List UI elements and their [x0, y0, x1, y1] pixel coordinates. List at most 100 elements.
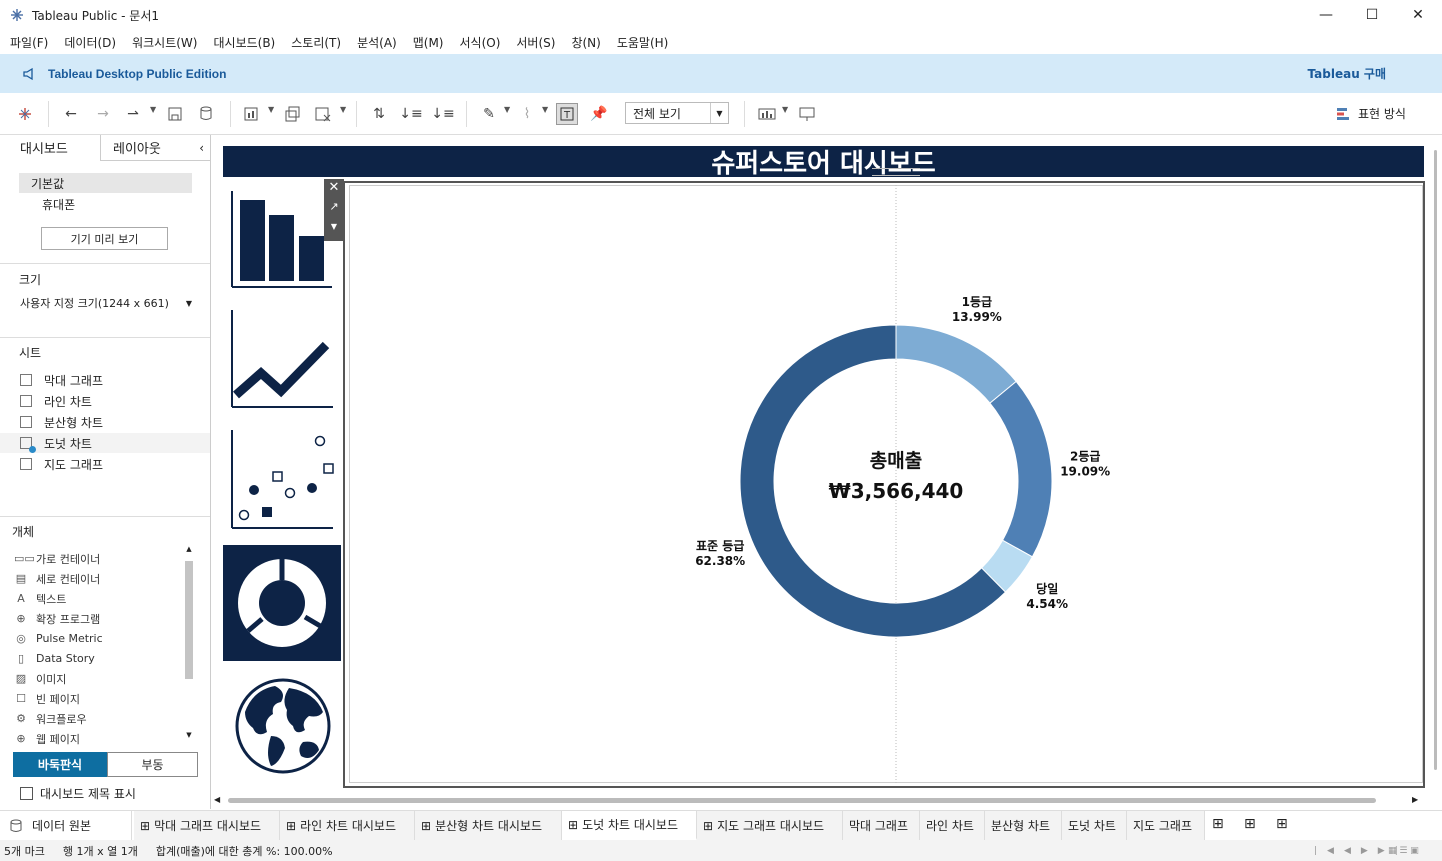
sheet-tab-8[interactable]: 도넛 차트 — [1062, 811, 1127, 840]
object-item-8[interactable]: ⚙ 워크플로우 — [14, 709, 87, 728]
tab-layout[interactable]: 레이아웃 ‹ — [100, 135, 210, 161]
new-worksheet-dropdown-icon[interactable]: ▼ — [268, 105, 274, 114]
sheet-tab-2[interactable]: ⊞ 분산형 차트 대시보드 — [415, 811, 562, 840]
pin-axis-icon[interactable]: 📌 — [588, 103, 610, 125]
menu-item-8[interactable]: 서버(S) — [508, 34, 563, 51]
sheet-tab-5[interactable]: 막대 그래프 — [843, 811, 920, 840]
scroll-down-icon[interactable]: ▼ — [183, 731, 195, 739]
menu-item-1[interactable]: 데이터(D) — [56, 34, 124, 51]
more-options-icon[interactable]: ▼ — [324, 222, 344, 240]
scroll-left-icon[interactable]: ◀ — [214, 795, 220, 804]
object-item-6[interactable]: ▨ 이미지 — [14, 669, 67, 688]
duplicate-sheet-icon[interactable] — [282, 103, 304, 125]
sheet-tab-6[interactable]: 라인 차트 — [920, 811, 985, 840]
undo-arrow-icon[interactable]: ← — [60, 103, 82, 125]
dashboard-title[interactable]: 슈퍼스토어 대시보드 — [223, 146, 1424, 179]
collapse-chevron-icon[interactable]: ‹ — [199, 141, 204, 155]
tiled-toggle[interactable]: 바둑판식 — [13, 752, 107, 777]
sheet-tab-7[interactable]: 분산형 차트 — [985, 811, 1062, 840]
group-dropdown-icon[interactable]: ▼ — [542, 105, 548, 114]
donut-slice-1[interactable] — [989, 380, 1053, 558]
nav-donut-chart-icon[interactable] — [223, 545, 341, 661]
device-phone[interactable]: 휴대폰 — [42, 194, 75, 214]
sheet-item-3[interactable]: 도넛 차트 — [0, 433, 210, 453]
objects-scrollbar[interactable]: ▲ ▼ — [183, 545, 195, 745]
new-story-tab-icon[interactable]: ⊞ — [1276, 816, 1288, 832]
donut-chart[interactable]: 1등급13.99% 2등급19.09% 당일4.54% 표준 등급62.38% 총매출 ₩… — [349, 185, 1423, 783]
donut-slice-0[interactable] — [895, 324, 1017, 404]
show-cards-dropdown-icon[interactable]: ▼ — [782, 105, 788, 114]
scroll-up-icon[interactable]: ▲ — [183, 545, 195, 553]
replay-dropdown-icon[interactable]: ▼ — [150, 105, 156, 114]
menu-item-3[interactable]: 대시보드(B) — [205, 34, 283, 51]
presentation-mode-icon[interactable] — [796, 103, 818, 125]
minimize-button[interactable]: — — [1303, 0, 1349, 30]
object-item-3[interactable]: ⊕ 확장 프로그램 — [14, 609, 100, 628]
object-item-1[interactable]: ▤ 세로 컨테이너 — [14, 569, 100, 588]
move-handle-icon[interactable] — [872, 168, 920, 176]
scroll-thumb[interactable] — [185, 561, 193, 679]
device-default[interactable]: 기본값 — [19, 173, 192, 193]
clear-dropdown-icon[interactable]: ▼ — [340, 105, 346, 114]
size-select[interactable]: 사용자 지정 크기(1244 x 661) ▼ — [20, 294, 192, 312]
clear-sheet-icon[interactable] — [312, 103, 334, 125]
group-paperclip-icon[interactable]: ⌇ — [516, 103, 538, 125]
menu-item-4[interactable]: 스토리(T) — [283, 34, 349, 51]
maximize-button[interactable]: ☐ — [1349, 0, 1395, 30]
hscroll-thumb[interactable] — [228, 798, 1376, 803]
highlight-dropdown-icon[interactable]: ▼ — [504, 105, 510, 114]
swap-rows-columns-icon[interactable]: ⇅ — [368, 103, 390, 125]
show-title-checkbox[interactable] — [20, 786, 33, 800]
buy-tableau-link[interactable]: Tableau 구매 — [1308, 65, 1386, 82]
tableau-home-icon[interactable] — [14, 103, 36, 125]
object-item-5[interactable]: ▯ Data Story — [14, 649, 95, 668]
vscroll-thumb[interactable] — [1434, 150, 1437, 770]
new-dashboard-tab-icon[interactable]: ⊞ — [1244, 816, 1256, 832]
replay-icon[interactable]: ⇀ — [122, 103, 144, 125]
menu-item-0[interactable]: 파일(F) — [2, 34, 56, 51]
floating-toggle[interactable]: 부동 — [107, 752, 198, 777]
sheet-item-4[interactable]: 지도 그래프 — [0, 454, 210, 474]
menu-item-7[interactable]: 서식(O) — [452, 34, 509, 51]
sheet-item-0[interactable]: 막대 그래프 — [0, 370, 210, 390]
fit-view-select[interactable]: 전체 보기 ▼ — [625, 102, 729, 124]
nav-scatter-chart-icon[interactable] — [223, 420, 341, 533]
object-item-9[interactable]: ⊕ 웹 페이지 — [14, 729, 80, 748]
show-me-button[interactable]: 표현 방식 — [1336, 105, 1406, 122]
sheet-tab-9[interactable]: 지도 그래프 — [1127, 811, 1205, 840]
show-title-checkbox-row[interactable]: 대시보드 제목 표시 — [20, 785, 136, 801]
highlight-pen-icon[interactable]: ✎ — [478, 103, 500, 125]
sheet-tab-3[interactable]: ⊞ 도넛 차트 대시보드 — [562, 811, 697, 840]
object-item-7[interactable]: ☐ 빈 페이지 — [14, 689, 80, 708]
object-item-4[interactable]: ◎ Pulse Metric — [14, 629, 102, 648]
menu-item-9[interactable]: 창(N) — [563, 34, 608, 51]
nav-line-chart-icon[interactable] — [223, 300, 341, 413]
horizontal-scrollbar[interactable]: ◀ ▶ — [212, 795, 1442, 807]
nav-map-globe-icon[interactable] — [223, 670, 341, 782]
remove-x-icon[interactable]: ✕ — [324, 180, 344, 198]
tab-dashboard[interactable]: 대시보드 — [0, 135, 100, 161]
sheet-item-1[interactable]: 라인 차트 — [0, 391, 210, 411]
object-item-0[interactable]: ▭▭ 가로 컨테이너 — [14, 549, 100, 568]
object-item-2[interactable]: A 텍스트 — [14, 589, 66, 608]
new-worksheet-tab-icon[interactable]: ⊞ — [1212, 816, 1224, 832]
sheet-tab-0[interactable]: ⊞ 막대 그래프 대시보드 — [134, 811, 280, 840]
show-cards-icon[interactable] — [756, 103, 778, 125]
menu-item-5[interactable]: 분석(A) — [349, 34, 405, 51]
grid-view-icon[interactable]: ▦ ☰ ▣ — [1388, 846, 1419, 856]
sheet-tab-4[interactable]: ⊞ 지도 그래프 대시보드 — [697, 811, 843, 840]
new-datasource-icon[interactable] — [196, 103, 218, 125]
menu-item-2[interactable]: 워크시트(W) — [124, 34, 205, 51]
close-button[interactable]: ✕ — [1395, 0, 1441, 30]
sheet-tab-1[interactable]: ⊞ 라인 차트 대시보드 — [280, 811, 415, 840]
new-worksheet-icon[interactable] — [241, 103, 263, 125]
go-to-sheet-icon[interactable]: ↗ — [324, 200, 344, 218]
tab-data-source[interactable]: 데이터 원본 — [0, 811, 132, 840]
sheet-item-2[interactable]: 분산형 차트 — [0, 412, 210, 432]
show-labels-icon[interactable]: T — [556, 103, 578, 125]
save-icon[interactable] — [164, 103, 186, 125]
scroll-right-icon[interactable]: ▶ — [1412, 795, 1418, 804]
vertical-scrollbar[interactable] — [1431, 150, 1439, 770]
menu-item-10[interactable]: 도움말(H) — [609, 34, 677, 51]
menu-item-6[interactable]: 맵(M) — [405, 34, 452, 51]
